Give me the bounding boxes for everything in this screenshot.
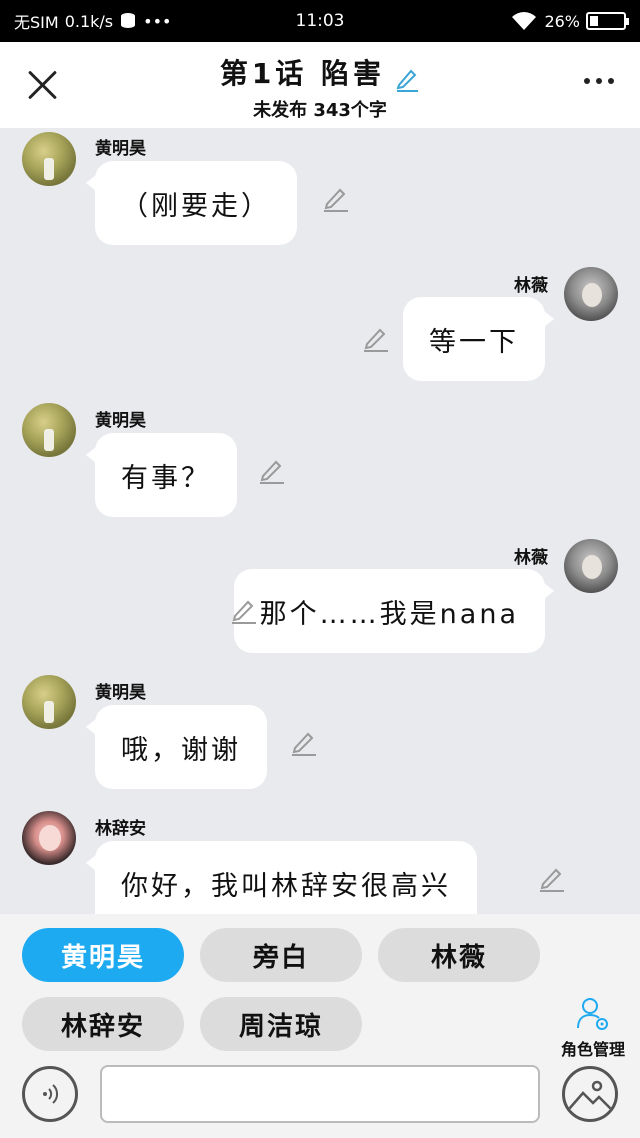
net-speed: 0.1k/s xyxy=(64,11,114,31)
avatar[interactable] xyxy=(22,675,76,729)
voice-input-button[interactable] xyxy=(22,1066,78,1122)
speaker-name: 黄明昊 xyxy=(95,683,146,703)
edit-message-icon[interactable] xyxy=(322,184,350,212)
edit-message-icon[interactable] xyxy=(290,728,318,756)
speaker-name: 林辞安 xyxy=(95,819,146,839)
avatar[interactable] xyxy=(22,132,76,186)
speaker-name: 林薇 xyxy=(514,276,548,296)
role-manage-label: 角色管理 xyxy=(560,1040,625,1059)
battery-percent: 26% xyxy=(544,11,580,31)
role-chip[interactable]: 周洁琼 xyxy=(200,997,362,1051)
page-title: 第1话 陷害 xyxy=(219,57,386,90)
battery-icon xyxy=(586,12,629,30)
edit-message-icon[interactable] xyxy=(230,596,258,624)
header: 第1话 陷害 未发布 343个字 xyxy=(0,42,640,128)
role-panel: 黄明昊 旁白 林薇 林辞安 周洁琼 角色管理 xyxy=(0,914,640,1138)
data-usage-icon xyxy=(121,13,136,28)
edit-message-icon[interactable] xyxy=(538,864,566,892)
role-manage-button[interactable]: 角色管理 xyxy=(550,996,636,1060)
carrier-label: 无SIM xyxy=(14,13,59,32)
more-notifications-icon: ••• xyxy=(143,11,172,31)
role-chip[interactable]: 林薇 xyxy=(378,928,540,982)
message-bubble[interactable]: 哦，谢谢 xyxy=(86,705,267,789)
role-chip[interactable]: 黄明昊 xyxy=(22,928,184,982)
avatar[interactable] xyxy=(564,539,618,593)
image-icon xyxy=(568,1080,614,1112)
speaker-name: 林薇 xyxy=(514,548,548,568)
message-bubble[interactable]: 你好，我叫林辞安很高兴 xyxy=(86,841,477,914)
status-bar: 无SIM 0.1k/s ••• 11:03 26% xyxy=(0,0,640,42)
message-bubble[interactable]: 有事？ xyxy=(86,433,237,517)
message-input[interactable] xyxy=(100,1065,540,1123)
role-chip[interactable]: 林辞安 xyxy=(22,997,184,1051)
page-subtitle: 未发布 343个字 xyxy=(253,100,387,121)
edit-message-icon[interactable] xyxy=(258,456,286,484)
role-chip[interactable]: 旁白 xyxy=(200,928,362,982)
avatar[interactable] xyxy=(22,403,76,457)
edit-message-icon[interactable] xyxy=(362,324,390,352)
avatar[interactable] xyxy=(564,267,618,321)
message-bubble[interactable]: 那个……我是nana xyxy=(233,569,555,653)
speaker-name: 黄明昊 xyxy=(95,139,146,159)
avatar[interactable] xyxy=(22,811,76,865)
image-button[interactable] xyxy=(562,1066,618,1122)
wifi-icon xyxy=(512,12,537,30)
more-button[interactable] xyxy=(584,78,614,84)
voice-icon xyxy=(43,1084,59,1104)
edit-title-icon[interactable] xyxy=(394,66,420,92)
message-bubble[interactable]: （刚要走） xyxy=(86,161,297,245)
message-bubble[interactable]: 等一下 xyxy=(403,297,554,381)
speaker-name: 黄明昊 xyxy=(95,411,146,431)
chat-area[interactable]: 黄明昊 （刚要走） 林薇 等一下 黄明昊 有事？ 林薇 那个……我是nana 黄… xyxy=(0,128,640,914)
user-settings-icon xyxy=(577,998,608,1030)
